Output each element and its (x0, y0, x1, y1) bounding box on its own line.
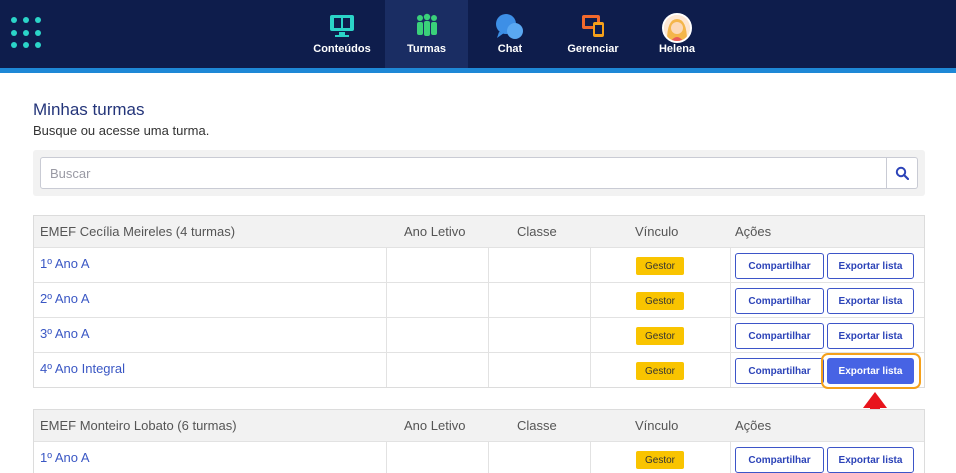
export-list-button[interactable]: Exportar lista (827, 288, 914, 314)
col-vinculo: Vínculo (635, 418, 679, 433)
table-row: 3º Ano A Gestor Compartilhar Exportar li… (34, 317, 924, 352)
col-ano-letivo: Ano Letivo (404, 224, 466, 239)
vinculo-badge: Gestor (636, 257, 684, 275)
col-classe: Classe (517, 224, 557, 239)
col-acoes: Ações (735, 224, 772, 239)
nav-label-conteudos: Conteúdos (313, 43, 371, 55)
table-row: 4º Ano Integral Gestor Compartilhar Expo… (34, 352, 924, 389)
class-link[interactable]: 3º Ano A (40, 326, 90, 341)
page-title: Minhas turmas (33, 100, 145, 119)
nav-label-chat: Chat (497, 43, 523, 55)
col-vinculo: Vínculo (635, 224, 679, 239)
table-header: EMEF Cecília Meireles (4 turmas) Ano Let… (34, 216, 924, 247)
school-name-header: EMEF Monteiro Lobato (6 turmas) (40, 418, 237, 433)
table-row: 1º Ano A Gestor Compartilhar Exportar li… (34, 247, 924, 282)
col-acoes: Ações (735, 418, 772, 433)
nav-label-helena: Helena (658, 43, 696, 55)
table-row: 2º Ano A Gestor Compartilhar Exportar li… (34, 282, 924, 317)
search-button[interactable] (887, 157, 918, 189)
school-table-monteiro-lobato: EMEF Monteiro Lobato (6 turmas) Ano Leti… (33, 409, 925, 473)
user-avatar-icon (662, 13, 692, 43)
nav-label-turmas: Turmas (407, 43, 446, 55)
class-link[interactable]: 1º Ano A (40, 450, 90, 465)
people-group-icon (416, 13, 437, 36)
nav-user-helena[interactable]: Helena (647, 0, 707, 68)
search-input[interactable] (40, 157, 887, 189)
class-link[interactable]: 4º Ano Integral (40, 361, 125, 376)
vinculo-badge: Gestor (636, 327, 684, 345)
nav-chat[interactable]: Chat (478, 0, 542, 68)
vinculo-badge: Gestor (636, 362, 684, 380)
col-ano-letivo: Ano Letivo (404, 418, 466, 433)
export-list-button-highlighted[interactable]: Exportar lista (827, 358, 914, 384)
school-table-cecilia-meireles: EMEF Cecília Meireles (4 turmas) Ano Let… (33, 215, 925, 389)
share-button[interactable]: Compartilhar (735, 447, 824, 473)
devices-settings-icon (582, 15, 604, 37)
top-navigation-bar: Conteúdos Turmas Chat Gerenciar Helena (0, 0, 956, 68)
share-button[interactable]: Compartilhar (735, 253, 824, 279)
share-button[interactable]: Compartilhar (735, 323, 824, 349)
share-button[interactable]: Compartilhar (735, 358, 824, 384)
apps-grid-icon[interactable] (11, 17, 43, 49)
nav-conteudos[interactable]: Conteúdos (307, 0, 377, 68)
topbar-accent-line (0, 68, 956, 73)
chat-bubbles-icon (496, 14, 523, 39)
class-link[interactable]: 2º Ano A (40, 291, 90, 306)
page-subtitle: Busque ou acesse uma turma. (33, 123, 210, 138)
vinculo-badge: Gestor (636, 451, 684, 469)
export-list-button[interactable]: Exportar lista (827, 323, 914, 349)
nav-gerenciar[interactable]: Gerenciar (560, 0, 626, 68)
table-header: EMEF Monteiro Lobato (6 turmas) Ano Leti… (34, 410, 924, 441)
nav-turmas[interactable]: Turmas (385, 0, 468, 68)
monitor-book-icon (330, 15, 354, 37)
class-link[interactable]: 1º Ano A (40, 256, 90, 271)
col-classe: Classe (517, 418, 557, 433)
school-name-header: EMEF Cecília Meireles (4 turmas) (40, 224, 236, 239)
table-row: 1º Ano A Gestor Compartilhar Exportar li… (34, 441, 924, 473)
export-list-button[interactable]: Exportar lista (827, 253, 914, 279)
vinculo-badge: Gestor (636, 292, 684, 310)
export-list-button[interactable]: Exportar lista (827, 447, 914, 473)
search-icon (895, 166, 909, 180)
share-button[interactable]: Compartilhar (735, 288, 824, 314)
nav-label-gerenciar: Gerenciar (567, 43, 619, 55)
search-bar (33, 150, 925, 196)
